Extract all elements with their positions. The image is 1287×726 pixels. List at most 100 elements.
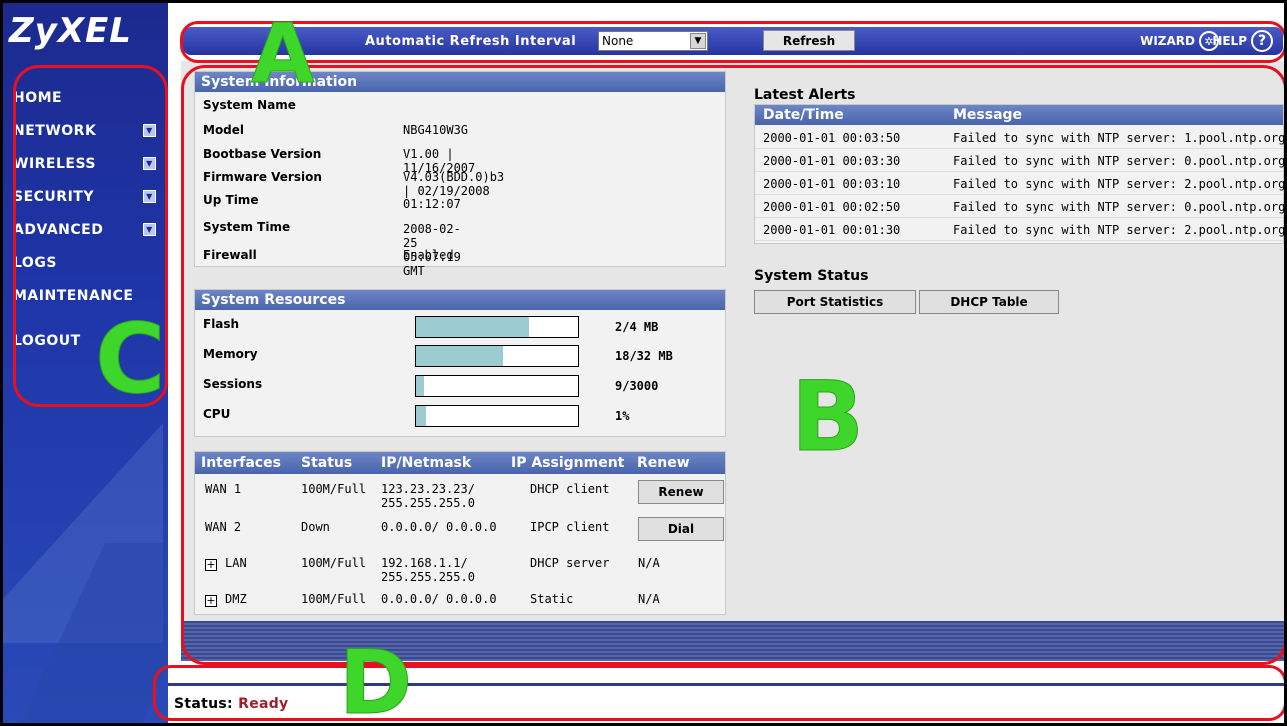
interface-name: LAN bbox=[225, 556, 247, 570]
row-label: CPU bbox=[203, 407, 231, 421]
row-label: Memory bbox=[203, 347, 258, 361]
alert-row: 2000-01-01 00:03:30 Failed to sync with … bbox=[755, 150, 1284, 172]
port-statistics-button[interactable]: Port Statistics bbox=[754, 290, 916, 314]
annotation-label-c: C bbox=[94, 303, 166, 416]
sessions-row: Sessions bbox=[203, 377, 262, 391]
refresh-button[interactable]: Refresh bbox=[763, 30, 855, 51]
help-link[interactable]: HELP bbox=[1212, 34, 1247, 48]
alert-row: 2000-01-01 00:02:50 Failed to sync with … bbox=[755, 196, 1286, 218]
status-value: Ready bbox=[238, 696, 289, 712]
sidebar-item-network[interactable]: NETWORK ▼ bbox=[3, 114, 168, 147]
row-value: V4.03(BDD.0)b3 | 02/19/2008 bbox=[403, 170, 505, 198]
alert-row: 2000-01-01 00:03:10 Failed to sync with … bbox=[755, 173, 1286, 195]
alert-message: Failed to sync with NTP server: 0.pool.n… bbox=[953, 200, 1286, 214]
interface-renew: N/A bbox=[638, 556, 660, 570]
dial-button[interactable]: Dial bbox=[638, 517, 724, 541]
status-bar: Status: Ready bbox=[168, 683, 1284, 723]
usage-fill bbox=[416, 317, 530, 337]
interface-name: WAN 1 bbox=[205, 482, 242, 496]
alert-time: 2000-01-01 00:03:50 bbox=[763, 131, 901, 145]
up-time-row: Up Time 01:12:07 bbox=[203, 193, 461, 211]
dhcp-table-button[interactable]: DHCP Table bbox=[919, 290, 1059, 314]
alert-message: Failed to sync with NTP server: 2.pool.n… bbox=[953, 223, 1286, 237]
annotation-label-d: D bbox=[338, 631, 413, 726]
alert-time: 2000-01-01 00:03:30 bbox=[763, 154, 901, 168]
interface-assignment: DHCP client bbox=[530, 482, 610, 496]
status-label: Status: bbox=[174, 696, 233, 712]
column-header: Message bbox=[953, 107, 1023, 123]
chevron-down-icon[interactable]: ▼ bbox=[143, 124, 156, 137]
sidebar-item-label: LOGOUT bbox=[13, 332, 81, 349]
annotation-label-a: A bbox=[250, 7, 315, 103]
wizard-link[interactable]: WIZARD bbox=[1140, 34, 1195, 48]
system-status-title: System Status bbox=[754, 268, 869, 284]
interface-status: 100M/Full bbox=[301, 592, 367, 606]
expand-dmz-icon[interactable]: + bbox=[205, 595, 217, 607]
interfaces-panel: Interfaces Status IP/Netmask IP Assignme… bbox=[194, 451, 726, 615]
row-value: NBG410W3G bbox=[403, 123, 469, 137]
dropdown-arrow-icon[interactable]: ▼ bbox=[690, 33, 706, 49]
bootbase-version-row: Bootbase Version V1.00 | 11/16/2007 bbox=[203, 147, 475, 175]
panel-title: System Resources bbox=[195, 290, 725, 310]
renew-button[interactable]: Renew bbox=[638, 480, 724, 504]
system-resources-panel: System Resources Flash 2/4 MB Memory 18/… bbox=[194, 289, 726, 437]
model-row: Model NBG410W3G bbox=[203, 123, 468, 137]
latest-alerts-table: Date/Time Message 2000-01-01 00:03:50 Fa… bbox=[754, 104, 1284, 244]
interface-assignment: Static bbox=[530, 592, 574, 606]
sidebar-item-label: WIRELESS bbox=[13, 155, 97, 172]
flash-usage-value: 2/4 MB bbox=[615, 320, 659, 334]
chevron-down-icon[interactable]: ▼ bbox=[143, 190, 156, 203]
alert-time: 2000-01-01 00:03:10 bbox=[763, 177, 901, 191]
help-icon[interactable]: ? bbox=[1251, 30, 1273, 52]
latest-alerts-title: Latest Alerts bbox=[754, 87, 856, 103]
row-label: Flash bbox=[203, 317, 240, 331]
row-label: Up Time bbox=[203, 193, 259, 207]
top-toolbar: Automatic Refresh Interval None ▼ Refres… bbox=[183, 27, 1283, 55]
interface-ip: 0.0.0.0/ 0.0.0.0 bbox=[381, 520, 497, 534]
memory-usage-bar bbox=[415, 345, 579, 367]
refresh-interval-label: Automatic Refresh Interval bbox=[365, 34, 577, 49]
sessions-usage-bar bbox=[415, 375, 579, 397]
alert-time: 2000-01-01 00:02:50 bbox=[763, 200, 901, 214]
sidebar-item-security[interactable]: SECURITY ▼ bbox=[3, 180, 168, 213]
interface-status: 100M/Full bbox=[301, 482, 367, 496]
system-time-row: System Time 2008-02-25 05:07:19 GMT bbox=[203, 220, 461, 278]
interface-status: 100M/Full bbox=[301, 556, 367, 570]
alert-message: Failed to sync with NTP server: 1.pool.n… bbox=[953, 131, 1286, 145]
alert-row: 2000-01-01 00:01:30 Failed to sync with … bbox=[755, 219, 1286, 241]
firewall-row: Firewall Enabled bbox=[203, 248, 454, 262]
interface-ip: 123.23.23.23/ bbox=[381, 482, 475, 496]
alert-time: 2000-01-01 00:01:30 bbox=[763, 223, 901, 237]
sidebar-item-advanced[interactable]: ADVANCED ▼ bbox=[3, 213, 168, 246]
router-web-configurator: ZyXEL HOME NETWORK ▼ WIRELESS ▼ SECURITY ▼ … bbox=[0, 0, 1287, 726]
column-header: IP/Netmask bbox=[381, 455, 472, 471]
interfaces-header: Interfaces Status IP/Netmask IP Assignme… bbox=[195, 452, 725, 474]
cpu-row: CPU bbox=[203, 407, 230, 421]
sidebar-item-home[interactable]: HOME bbox=[3, 81, 168, 114]
flash-usage-bar bbox=[415, 316, 579, 338]
chevron-down-icon[interactable]: ▼ bbox=[143, 223, 156, 236]
annotation-label-b: B bbox=[790, 361, 865, 474]
row-label: Firewall bbox=[203, 248, 257, 262]
chevron-down-icon[interactable]: ▼ bbox=[143, 157, 156, 170]
row-label: Sessions bbox=[203, 377, 263, 391]
sidebar-item-label: NETWORK bbox=[13, 122, 97, 139]
interface-ip: 0.0.0.0/ 0.0.0.0 bbox=[381, 592, 497, 606]
row-label: System Time bbox=[203, 220, 291, 234]
zyxel-logo: ZyXEL bbox=[9, 11, 132, 51]
refresh-interval-select[interactable]: None ▼ bbox=[598, 31, 708, 51]
interface-netmask: 255.255.255.0 bbox=[381, 496, 475, 510]
status-line: Status: Ready bbox=[174, 696, 288, 712]
alert-message: Failed to sync with NTP server: 2.pool.n… bbox=[953, 177, 1286, 191]
sidebar-item-label: ADVANCED bbox=[13, 221, 104, 238]
cpu-usage-bar bbox=[415, 405, 579, 427]
interface-name: DMZ bbox=[225, 592, 247, 606]
flash-row: Flash bbox=[203, 317, 239, 331]
usage-fill bbox=[416, 376, 425, 396]
sidebar-item-wireless[interactable]: WIRELESS ▼ bbox=[3, 147, 168, 180]
expand-lan-icon[interactable]: + bbox=[205, 559, 217, 571]
column-header: Date/Time bbox=[763, 107, 844, 123]
usage-fill bbox=[416, 346, 504, 366]
sidebar-item-logs[interactable]: LOGS bbox=[3, 246, 168, 279]
sidebar-item-label: MAINTENANCE bbox=[13, 287, 134, 304]
